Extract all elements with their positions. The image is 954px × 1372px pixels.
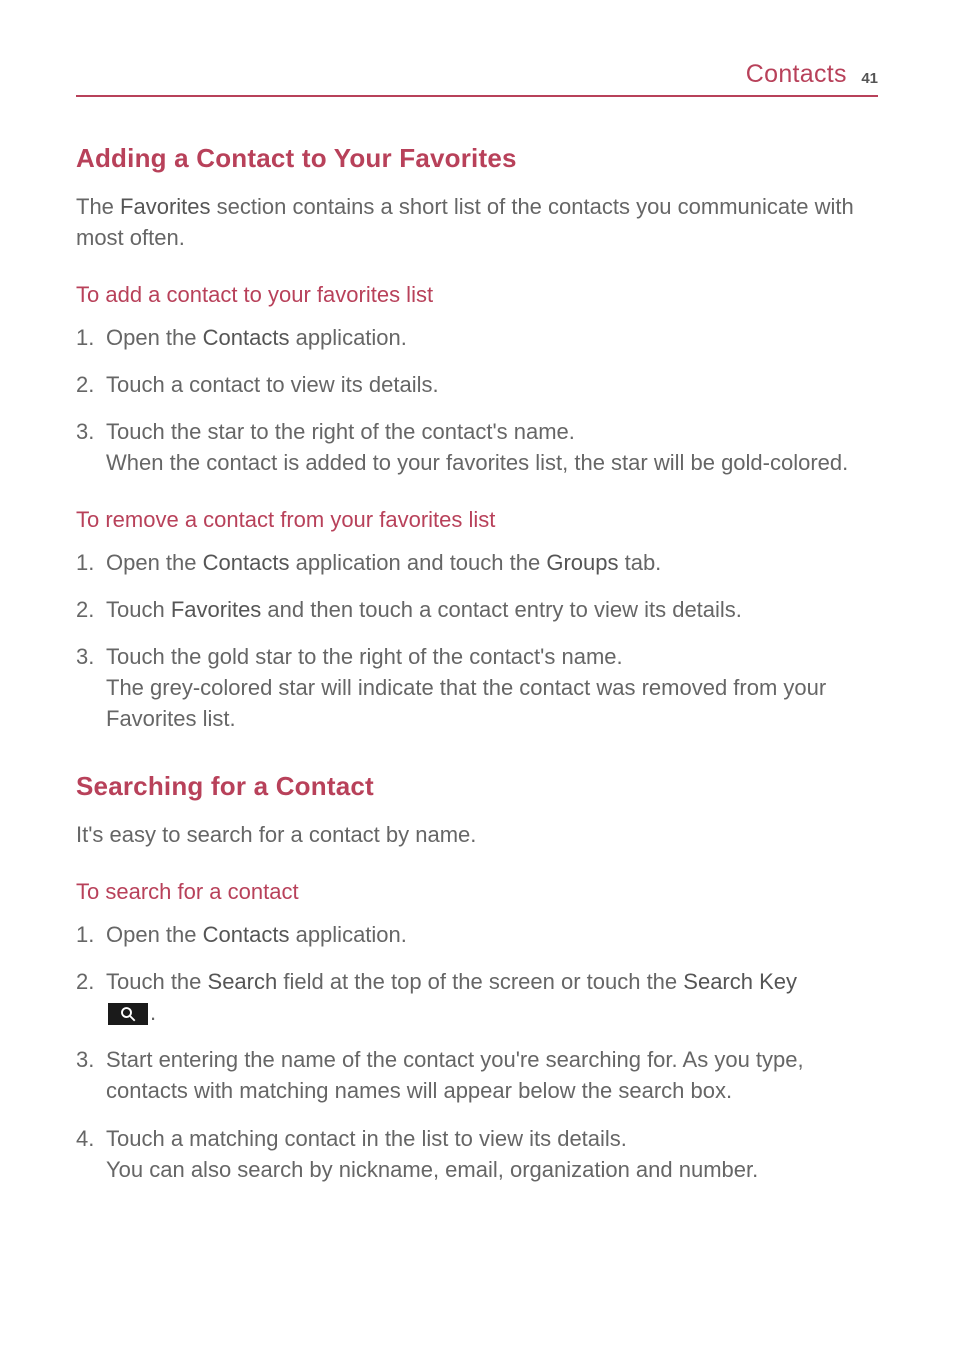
search-bold: Search (208, 969, 278, 994)
text: field at the top of the screen or touch … (277, 969, 683, 994)
search-key-icon (108, 1003, 148, 1025)
text: When the contact is added to your favori… (106, 450, 848, 475)
text: application. (289, 325, 406, 350)
contacts-bold: Contacts (203, 325, 290, 350)
text: application and touch the (289, 550, 546, 575)
groups-bold: Groups (546, 550, 618, 575)
text: Open the (106, 550, 203, 575)
list-item: Open the Contacts application and touch … (76, 547, 878, 578)
list-item: Touch a contact to view its details. (76, 369, 878, 400)
subheading-add-favorite: To add a contact to your favorites list (76, 282, 878, 308)
header-title: Contacts (746, 60, 847, 88)
text: application. (289, 922, 406, 947)
section-heading-searching: Searching for a Contact (76, 771, 878, 802)
list-item: Open the Contacts application. (76, 919, 878, 950)
text: Open the (106, 922, 203, 947)
text: Touch (106, 597, 171, 622)
list-item: Touch Favorites and then touch a contact… (76, 594, 878, 625)
text: It's easy to search for a contact by nam… (76, 822, 476, 847)
text: . (150, 1000, 156, 1025)
page: Contacts 41 Adding a Contact to Your Fav… (0, 0, 954, 1273)
text: The grey-colored star will indicate that… (106, 675, 826, 731)
contacts-bold: Contacts (203, 550, 290, 575)
steps-search-contact: Open the Contacts application. Touch the… (76, 919, 878, 1186)
favorites-bold: Favorites (171, 597, 261, 622)
searching-intro: It's easy to search for a contact by nam… (76, 820, 878, 851)
text: Open the (106, 325, 203, 350)
text: Touch the (106, 969, 208, 994)
text: Start entering the name of the contact y… (106, 1047, 804, 1103)
list-item: Touch the star to the right of the conta… (76, 416, 878, 478)
favorites-intro: The Favorites section contains a short l… (76, 192, 878, 254)
contacts-bold: Contacts (203, 922, 290, 947)
page-number: 41 (861, 70, 878, 87)
list-item: Touch a matching contact in the list to … (76, 1123, 878, 1185)
favorites-bold: Favorites (120, 194, 210, 219)
steps-add-favorite: Open the Contacts application. Touch a c… (76, 322, 878, 479)
text: You can also search by nickname, email, … (106, 1157, 758, 1182)
list-item: Touch the gold star to the right of the … (76, 641, 878, 735)
text: The (76, 194, 120, 219)
section-heading-favorites: Adding a Contact to Your Favorites (76, 143, 878, 174)
list-item: Start entering the name of the contact y… (76, 1044, 878, 1106)
text: Touch the gold star to the right of the … (106, 644, 623, 669)
list-item: Open the Contacts application. (76, 322, 878, 353)
list-item: Touch the Search field at the top of the… (76, 966, 878, 1028)
text: Touch the star to the right of the conta… (106, 419, 575, 444)
text: and then touch a contact entry to view i… (261, 597, 742, 622)
subheading-search-contact: To search for a contact (76, 879, 878, 905)
text: tab. (618, 550, 661, 575)
search-key-bold: Search Key (683, 969, 797, 994)
text: Touch a matching contact in the list to … (106, 1126, 627, 1151)
page-header: Contacts 41 (76, 60, 878, 97)
steps-remove-favorite: Open the Contacts application and touch … (76, 547, 878, 735)
subheading-remove-favorite: To remove a contact from your favorites … (76, 507, 878, 533)
text: Touch a contact to view its details. (106, 372, 439, 397)
